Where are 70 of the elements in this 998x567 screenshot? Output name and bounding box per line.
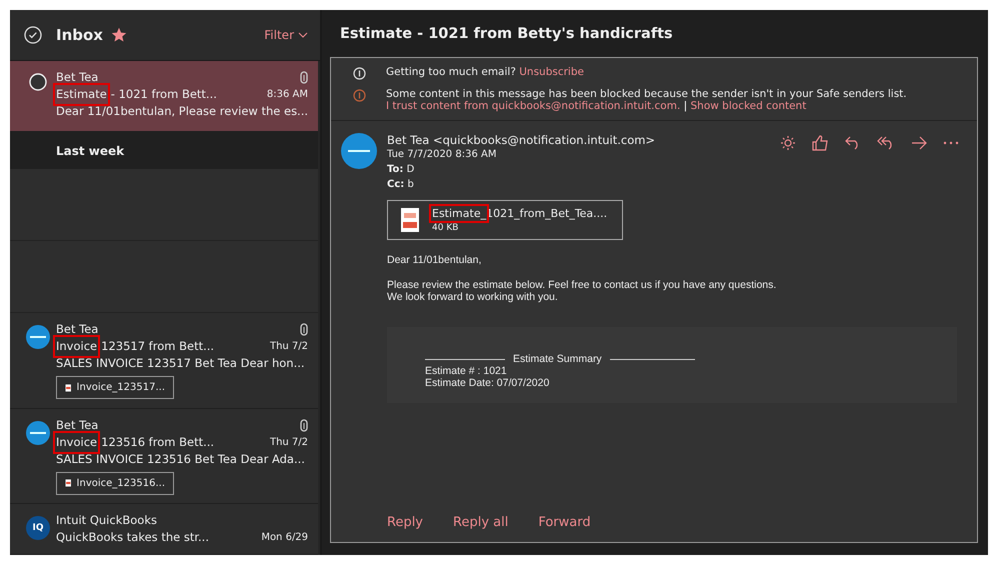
unsubscribe-link[interactable]: Unsubscribe	[519, 66, 584, 78]
thumbs-up-icon[interactable]	[812, 135, 829, 151]
to-label: To:	[387, 164, 404, 175]
sender-name: Bet Tea	[56, 321, 98, 338]
sender-name: Bet Tea	[56, 416, 98, 434]
avatar-icon	[26, 420, 50, 444]
recipient: D	[406, 164, 414, 175]
separator: |	[684, 100, 688, 112]
message-date: Tue 7/7/2020 8:36 AM	[387, 148, 498, 162]
message-subject: - 1021 from Bett...	[110, 86, 217, 103]
more-icon[interactable]	[943, 141, 959, 145]
cc-label: Cc:	[387, 179, 404, 190]
attachment-name: Invoice_123516...	[76, 476, 165, 490]
message-item[interactable]: Bet Tea Invoice 123516 from Bett... Thu 7/2 SALES INVOICE 123516 Bet Tea Dear Ada... Invoice_123516...	[10, 408, 318, 504]
pdf-file-icon	[400, 207, 420, 233]
forward-icon[interactable]	[911, 136, 927, 150]
warning-icon	[353, 89, 366, 102]
message-preview: SALES INVOICE 123517 Bet Tea Dear hon...	[56, 355, 306, 372]
info-icon	[353, 67, 366, 80]
sun-icon[interactable]	[780, 135, 796, 151]
avatar-initials: IQ	[26, 516, 50, 540]
notice-text: Getting too much email?	[386, 66, 516, 78]
select-all-icon[interactable]	[24, 26, 42, 44]
sender-avatar-icon	[341, 133, 377, 169]
star-icon[interactable]	[110, 27, 127, 43]
paperclip-icon	[300, 323, 308, 336]
chevron-down-icon	[298, 32, 308, 38]
avatar-icon	[26, 325, 50, 349]
attachment-card[interactable]: Estimate_1021_from_Bet_Tea.... 40 KB	[387, 200, 623, 240]
trust-sender-link[interactable]: I trust content from quickbooks@notification.intuit.com.	[386, 100, 680, 112]
highlighted-word: Invoice	[56, 434, 98, 450]
action-link[interactable]: Reply all	[453, 515, 508, 530]
message-time: Mon 6/29	[261, 531, 308, 545]
filter-button[interactable]: Filter	[264, 28, 308, 42]
sender-name: Bet Tea	[56, 69, 98, 86]
message-item[interactable]: Bet Tea Estimate - 1021 from Bett... 8:36 AM Dear 11/01bentulan, Please review the es...	[10, 61, 318, 132]
message-time: 8:36 AM	[266, 88, 308, 102]
message-subject: 123517 from Bett...	[101, 338, 214, 355]
message-time: Thu 7/2	[270, 436, 308, 450]
body-paragraph: Dear 11/01bentulan,	[387, 254, 482, 266]
paperclip-icon	[300, 418, 308, 432]
message-preview: SALES INVOICE 123516 Bet Tea Dear Ada...	[56, 450, 306, 468]
folder-title: Inbox	[56, 26, 103, 44]
show-content-link[interactable]: Show blocked content	[690, 100, 806, 112]
body-paragraph: Please review the estimate below. Feel free to contact us if you have any questions. We look forward to working with you.	[387, 279, 778, 303]
paperclip-icon	[300, 71, 308, 84]
summary-heading: Estimate Summary	[513, 353, 602, 365]
message-title: Estimate - 1021 from Betty's handicrafts	[339, 24, 674, 44]
message-time: Thu 7/2	[270, 340, 308, 354]
message-preview: Dear 11/01bentulan, Please review the es...	[56, 103, 308, 120]
sender-name: Intuit QuickBooks	[56, 512, 157, 529]
select-circle-icon[interactable]	[29, 73, 47, 91]
action-link[interactable]: Reply	[387, 515, 424, 530]
message-subject: 123516 from Bett...	[101, 434, 214, 450]
group-header: Last week	[10, 132, 318, 169]
highlighted-word: Estimate_	[432, 207, 486, 220]
attachment-name: 1021_from_Bet_Tea....	[486, 207, 608, 220]
cc-recipient: b	[407, 179, 414, 190]
action-link[interactable]: Forward	[538, 515, 591, 530]
attachment-chip[interactable]: Invoice_123517...	[56, 376, 174, 399]
attachment-size: 40 KB	[432, 223, 460, 233]
summary-line: Estimate # : 1021	[425, 365, 508, 377]
attachment-chip[interactable]: Invoice_123516...	[56, 472, 174, 494]
highlighted-word: Estimate	[56, 86, 107, 103]
message-subject: QuickBooks takes the str...	[56, 529, 209, 546]
attachment-name: Invoice_123517...	[76, 381, 165, 395]
summary-line: Estimate Date: 07/07/2020	[425, 377, 550, 389]
notice-text: Some content in this message has been blocked because the sender isn't in your Safe senders list.	[386, 88, 907, 100]
highlighted-word: Invoice	[56, 338, 98, 355]
sender-address: Bet Tea <quickbooks@notification.intuit.com>	[387, 133, 656, 147]
